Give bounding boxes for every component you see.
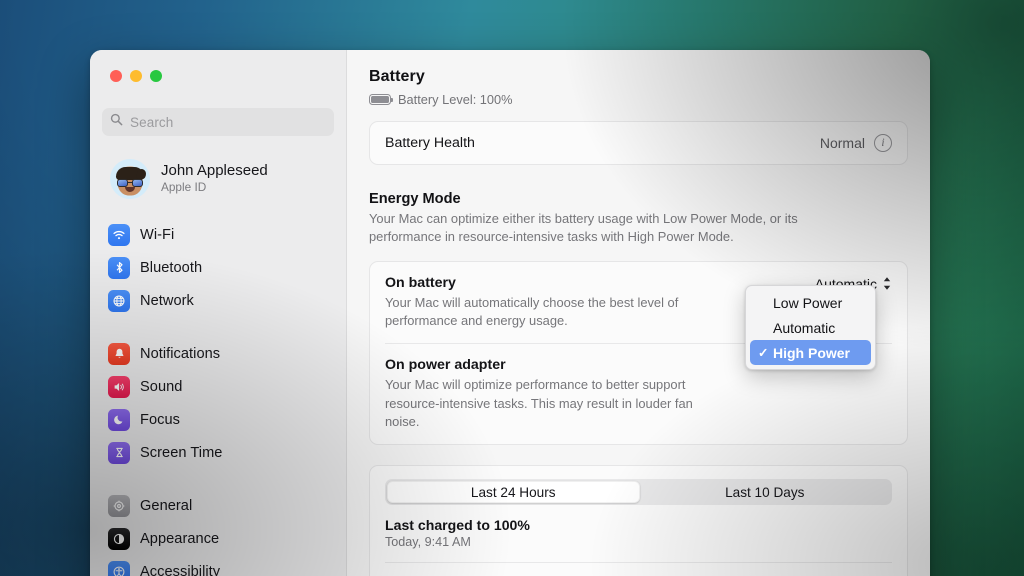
sidebar-item-apple-id[interactable]: John Appleseed Apple ID [104,154,336,204]
sidebar-item-general[interactable]: General [100,489,336,522]
sidebar-group-network: Wi-Fi Bluetooth Network [100,218,336,317]
battery-health-value: Normal [819,135,865,151]
energy-mode-popup-menu: Low Power Automatic ✓ High Power [745,285,876,370]
minimize-button[interactable] [130,70,142,82]
sidebar: Search John Appleseed Apple ID Wi-Fi Blu… [90,50,347,576]
sidebar-item-appearance[interactable]: Appearance [100,522,336,555]
battery-level-summary: Battery Level: 100% [369,92,908,107]
search-input[interactable]: Search [102,108,334,136]
sidebar-item-label: Appearance [140,530,220,547]
sidebar-item-label: Screen Time [140,444,223,461]
speaker-icon [108,375,130,398]
chevron-up-down-icon [882,276,892,291]
accessibility-icon [108,560,130,576]
sidebar-item-label: Sound [140,378,183,395]
on-battery-title: On battery [385,274,456,291]
sidebar-item-sound[interactable]: Sound [100,370,336,403]
system-settings-window: Search John Appleseed Apple ID Wi-Fi Blu… [90,50,930,576]
page-title: Battery [369,68,425,85]
on-power-adapter-description: Your Mac will optimize performance to be… [385,377,693,429]
tab-label: Last 24 Hours [470,484,556,500]
sidebar-item-focus[interactable]: Focus [100,403,336,436]
menu-item-automatic[interactable]: Automatic [750,315,871,340]
battery-health-card: Battery Health Normal i [369,121,908,165]
avatar [110,159,150,199]
energy-mode-title: Energy Mode [369,191,461,207]
usage-range-segmented-control: Last 24 Hours Last 10 Days [385,479,892,506]
battery-icon [369,94,391,105]
sidebar-group-personal: Notifications Sound Focus Screen Time [100,337,336,469]
tab-last-10-days[interactable]: Last 10 Days [640,481,891,503]
last-charged-title: Last charged to 100% [385,517,530,534]
contrast-circle-icon [108,527,130,550]
on-battery-description: Your Mac will automatically choose the b… [385,294,679,328]
battery-usage-card: Last 24 Hours Last 10 Days Last charged … [369,465,908,576]
close-button[interactable] [110,70,122,82]
sidebar-item-accessibility[interactable]: Accessibility [100,555,336,576]
wifi-icon [108,223,130,246]
bluetooth-icon [108,256,130,279]
energy-mode-section: Energy Mode Your Mac can optimize either… [369,191,908,247]
sidebar-item-label: Wi-Fi [140,226,175,243]
search-placeholder: Search [130,114,174,130]
window-controls [100,50,336,100]
battery-level-text: Battery Level: 100% [398,92,513,107]
account-subtitle: Apple ID [161,180,207,195]
battery-health-label: Battery Health [385,135,475,151]
desktop-background: Search John Appleseed Apple ID Wi-Fi Blu… [0,0,1024,576]
sidebar-item-label: Notifications [140,345,221,362]
menu-item-label: High Power [773,344,851,361]
menu-item-low-power[interactable]: Low Power [750,290,871,315]
menu-item-high-power[interactable]: ✓ High Power [750,340,871,365]
bell-icon [108,342,130,365]
energy-mode-description: Your Mac can optimize either its battery… [369,211,798,245]
sidebar-group-system: General Appearance Accessibility [100,489,336,576]
sidebar-item-label: Bluetooth [140,259,203,276]
search-icon [110,113,123,131]
menu-item-label: Automatic [773,319,836,336]
content-pane: Battery Battery Level: 100% Battery Heal… [347,50,930,576]
gear-icon [108,494,130,517]
account-name: John Appleseed [161,161,268,179]
last-charged-subtitle: Today, 9:41 AM [385,535,471,550]
menu-item-label: Low Power [773,294,843,311]
tab-label: Last 10 Days [725,484,805,500]
moon-icon [108,408,130,431]
sidebar-item-label: Network [140,292,194,309]
sidebar-item-label: General [140,497,193,514]
info-icon[interactable]: i [874,134,892,152]
tab-last-24-hours[interactable]: Last 24 Hours [387,481,640,504]
sidebar-item-network[interactable]: Network [100,284,336,317]
sidebar-item-label: Focus [140,411,180,428]
sidebar-item-screen-time[interactable]: Screen Time [100,436,336,469]
divider [385,562,892,564]
hourglass-icon [108,441,130,464]
globe-icon [108,289,130,312]
battery-health-row[interactable]: Battery Health Normal i [370,122,907,164]
zoom-button[interactable] [150,70,162,82]
checkmark-icon: ✓ [758,346,769,360]
sidebar-item-notifications[interactable]: Notifications [100,337,336,370]
sidebar-item-label: Accessibility [140,563,221,576]
sidebar-item-wifi[interactable]: Wi-Fi [100,218,336,251]
sidebar-item-bluetooth[interactable]: Bluetooth [100,251,336,284]
